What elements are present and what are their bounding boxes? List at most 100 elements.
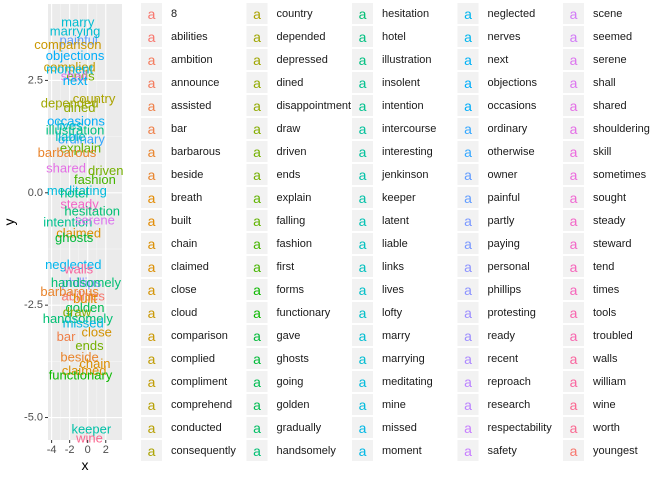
legend-key-glyph: a: [359, 213, 367, 229]
legend-item: a marry: [352, 325, 411, 346]
legend-item: a painful: [457, 187, 520, 208]
legend-label: beside: [171, 169, 203, 181]
point-label: driven: [88, 163, 123, 178]
legend-key-glyph: a: [148, 420, 156, 436]
legend-key-glyph: a: [464, 167, 472, 183]
x-tick-label: 0: [85, 444, 91, 456]
legend-label: william: [592, 376, 626, 388]
point-label: functionary: [49, 367, 113, 382]
legend-label: scene: [593, 8, 622, 20]
legend-item: a depended: [246, 26, 325, 47]
legend-item: a functionary: [246, 302, 331, 323]
legend-item: a keeper: [352, 187, 416, 208]
point-label: bar: [57, 329, 76, 344]
legend-label: disappointment: [277, 100, 352, 112]
legend-item: a ghosts: [246, 348, 309, 369]
legend-label: research: [488, 399, 531, 411]
legend-item: a close: [141, 279, 197, 300]
legend-label: functionary: [277, 307, 331, 319]
legend-label: respectability: [488, 422, 553, 434]
legend-label: draw: [277, 123, 301, 135]
legend-label: marry: [382, 330, 411, 342]
legend-item: a driven: [246, 141, 307, 162]
legend-item: a nerves: [457, 26, 521, 47]
legend-item: a hesitation: [352, 3, 429, 24]
legend-label: forms: [277, 284, 305, 296]
legend-label: driven: [277, 146, 307, 158]
legend-key-glyph: a: [359, 443, 367, 459]
legend-key-glyph: a: [570, 98, 578, 114]
legend-item: a scene: [563, 3, 622, 24]
legend-item: a ambition: [141, 49, 213, 70]
legend-key-glyph: a: [570, 52, 578, 68]
legend-key-glyph: a: [464, 144, 472, 160]
legend-item: a bar: [141, 118, 187, 139]
legend-key-glyph: a: [359, 282, 367, 298]
legend-item: a breath: [141, 187, 202, 208]
legend-item: a ordinary: [457, 118, 528, 139]
legend-item: a owner: [457, 164, 518, 185]
legend-key-glyph: a: [570, 443, 578, 459]
legend-item: a sought: [563, 187, 626, 208]
legend-label: ends: [277, 169, 301, 181]
legend-key-glyph: a: [359, 121, 367, 137]
legend-key-glyph: a: [148, 167, 156, 183]
legend-key-glyph: a: [359, 52, 367, 68]
legend-item: a falling: [246, 210, 305, 231]
legend-key-glyph: a: [148, 259, 156, 275]
legend-item: a country: [246, 3, 313, 24]
legend-item: a shouldering: [563, 118, 650, 139]
legend-label: walls: [592, 353, 618, 365]
legend-label: barbarous: [171, 146, 221, 158]
legend-key-glyph: a: [253, 6, 261, 22]
legend-key-glyph: a: [570, 167, 578, 183]
point-label: moment: [46, 62, 93, 77]
legend-item: a explain: [246, 187, 311, 208]
legend-label: hotel: [382, 31, 406, 43]
legend-item: a troubled: [563, 325, 633, 346]
legend-key-glyph: a: [570, 282, 578, 298]
legend-item: a missed: [352, 417, 417, 438]
legend-key-glyph: a: [359, 351, 367, 367]
legend-label: mine: [382, 399, 406, 411]
legend-item: a moment: [352, 440, 422, 461]
legend-item: a gave: [246, 325, 301, 346]
legend-label: compliment: [171, 376, 227, 388]
legend-label: objections: [488, 77, 538, 89]
legend-label: moment: [382, 445, 422, 457]
legend-item: a chain: [141, 233, 197, 254]
legend-key-glyph: a: [359, 420, 367, 436]
legend-key-glyph: a: [148, 144, 156, 160]
legend-key-glyph: a: [464, 75, 472, 91]
legend-key-glyph: a: [359, 29, 367, 45]
legend-label: painful: [488, 192, 520, 204]
legend-item: a compliment: [141, 371, 227, 392]
legend-item: a links: [352, 256, 405, 277]
legend-key-glyph: a: [253, 397, 261, 413]
legend-item: a beside: [141, 164, 203, 185]
legend-item: a jenkinson: [352, 164, 428, 185]
legend-label: close: [171, 284, 197, 296]
legend-item: a golden: [246, 394, 310, 415]
legend-key-glyph: a: [253, 305, 261, 321]
y-tick-label: -2.5: [24, 299, 43, 311]
legend-key-glyph: a: [253, 420, 261, 436]
legend-item: a tools: [563, 302, 617, 323]
legend-key-glyph: a: [359, 305, 367, 321]
legend-item: a phillips: [457, 279, 522, 300]
legend-item: a insolent: [352, 72, 420, 93]
legend-item: a draw: [246, 118, 301, 139]
legend-item: a next: [457, 49, 508, 70]
legend-item: a depressed: [246, 49, 328, 70]
legend-label: abilities: [171, 31, 208, 43]
legend-item: a worth: [563, 417, 620, 438]
legend-key-glyph: a: [570, 190, 578, 206]
legend-item: a protesting: [457, 302, 536, 323]
legend-label: gave: [277, 330, 301, 342]
legend-key-glyph: a: [464, 282, 472, 298]
legend-item: a seemed: [563, 26, 632, 47]
legend-item: a steady: [563, 210, 626, 231]
legend-key-glyph: a: [253, 236, 261, 252]
legend-item: a occasions: [457, 95, 537, 116]
legend-key-glyph: a: [464, 420, 472, 436]
